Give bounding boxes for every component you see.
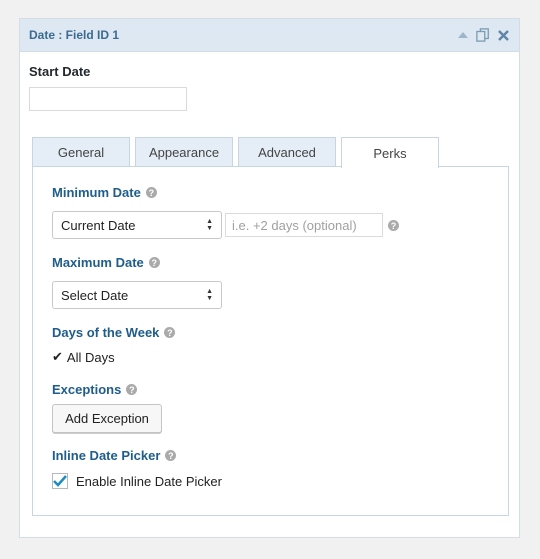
minimum-date-select-value: Current Date xyxy=(61,217,136,233)
help-icon[interactable]: ? xyxy=(388,220,399,231)
help-icon[interactable]: ? xyxy=(164,327,176,338)
all-days-label: All Days xyxy=(66,349,115,365)
maximum-date-select[interactable]: Select Date ▲ ▼ xyxy=(52,281,222,309)
minimum-date-offset-input[interactable]: i.e. +2 days (optional) xyxy=(225,213,383,237)
exceptions-label: Exceptions xyxy=(52,382,122,397)
maximum-date-label: Maximum Date xyxy=(52,255,144,270)
tab-appearance[interactable]: Appearance xyxy=(135,137,233,167)
tab-perks[interactable]: Perks xyxy=(341,137,439,168)
select-arrows-icon: ▲ ▼ xyxy=(206,218,213,232)
days-of-week-section: Days of the Week ? xyxy=(52,325,176,340)
enable-inline-picker-checkbox[interactable] xyxy=(52,473,68,489)
minimum-date-section: Minimum Date ? xyxy=(52,185,157,200)
duplicate-icon[interactable] xyxy=(476,28,490,42)
panel-title: Date : Field ID 1 xyxy=(29,28,120,42)
close-icon[interactable] xyxy=(496,28,510,42)
add-exception-button[interactable]: Add Exception xyxy=(52,404,162,433)
help-icon[interactable]: ? xyxy=(148,257,160,268)
help-icon[interactable]: ? xyxy=(145,187,157,198)
maximum-date-select-value: Select Date xyxy=(61,287,129,303)
field-preview-input[interactable] xyxy=(29,87,187,111)
enable-inline-picker-label: Enable Inline Date Picker xyxy=(76,473,222,489)
tab-advanced[interactable]: Advanced xyxy=(238,137,336,167)
days-of-week-label: Days of the Week xyxy=(52,325,160,340)
header-actions xyxy=(456,28,510,42)
field-label: Start Date xyxy=(29,64,91,79)
exceptions-section: Exceptions ? xyxy=(52,382,138,397)
enable-inline-picker-row: Enable Inline Date Picker xyxy=(52,473,222,489)
perks-tab-content: Minimum Date ? Current Date ▲ ▼ i.e. +2 d… xyxy=(32,166,509,516)
field-settings-panel: Date : Field ID 1 Start Date General App… xyxy=(19,18,520,538)
help-icon[interactable]: ? xyxy=(165,450,177,461)
help-icon[interactable]: ? xyxy=(126,384,138,395)
checkmark-icon: ✔ xyxy=(52,349,63,364)
days-of-week-value[interactable]: ✔ All Days xyxy=(52,349,115,365)
tab-general[interactable]: General xyxy=(32,137,130,167)
select-arrows-icon: ▲ ▼ xyxy=(206,288,213,302)
inline-picker-label: Inline Date Picker xyxy=(52,448,161,463)
settings-tabs: General Appearance Advanced Perks xyxy=(32,137,439,168)
minimum-date-select[interactable]: Current Date ▲ ▼ xyxy=(52,211,222,239)
minimum-date-label: Minimum Date xyxy=(52,185,141,200)
maximum-date-section: Maximum Date ? xyxy=(52,255,160,270)
panel-header: Date : Field ID 1 xyxy=(20,19,519,52)
inline-picker-section: Inline Date Picker ? xyxy=(52,448,177,463)
collapse-icon[interactable] xyxy=(456,28,470,42)
